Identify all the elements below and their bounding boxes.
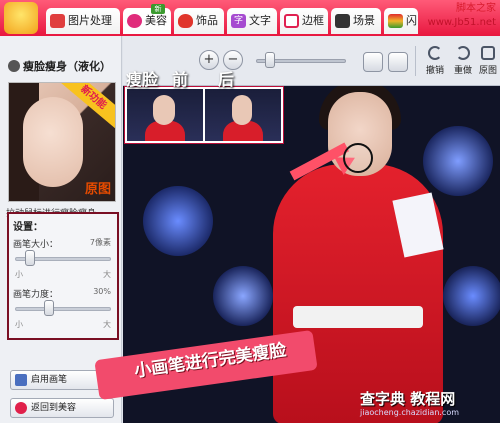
redo-icon: [456, 46, 470, 60]
brush-size-min: 小: [15, 270, 23, 279]
stage-light: [423, 126, 493, 196]
brush-size-row: 画笔大小： 7像素 小 大: [13, 233, 113, 283]
frame-icon: [284, 14, 299, 28]
brush-force-max: 大: [103, 320, 111, 329]
tab-label: 饰品: [196, 14, 218, 27]
brush-size-slider-knob[interactable]: [24, 250, 35, 266]
bottom-watermark: 查字典 教程网 jiaocheng.chazidian.com: [360, 391, 500, 423]
settings-box: 设置： 画笔大小： 7像素 小 大 画笔力度： 30% 小 大: [7, 212, 119, 340]
stage-light: [443, 266, 500, 326]
watermark-title: 查字典 教程网: [360, 390, 456, 408]
before-photo: [127, 89, 203, 141]
compare-label-after: 后: [218, 70, 235, 89]
compare-label-slim: 瘦脸: [126, 70, 159, 89]
brush-force-value: 30%: [93, 287, 111, 296]
back-to-beauty-button[interactable]: 返回到美容: [10, 398, 114, 418]
before-after-comparison: [124, 86, 284, 144]
beauty-icon: [127, 14, 142, 28]
white-belt: [293, 306, 423, 328]
brush-size-label: 画笔大小：: [13, 240, 59, 250]
compare-label-before: 前: [172, 70, 189, 89]
meitu-logo-icon: [4, 2, 38, 34]
tab-frame[interactable]: 边框: [280, 8, 328, 34]
original-icon: [481, 46, 495, 60]
tab-label: 文字: [249, 14, 271, 27]
preview-thumbnail: 新功能 原图: [8, 82, 116, 202]
redo-label: 重做: [453, 66, 472, 76]
panel-title: 瘦脸瘦身（液化）: [8, 58, 111, 74]
back-to-beauty-label: 返回到美容: [31, 403, 77, 413]
undo-label: 撤销: [425, 66, 444, 76]
brush-force-slider-knob[interactable]: [43, 300, 54, 316]
after-photo: [205, 89, 281, 141]
image-process-icon: [50, 14, 65, 28]
slim-tool-icon: [8, 60, 20, 72]
tab-text[interactable]: 字 文字: [227, 8, 277, 34]
brush-force-slider[interactable]: [15, 307, 111, 311]
brush-size-value: 7像素: [89, 238, 111, 247]
original-compare-label: 原图: [478, 66, 497, 76]
fit-screen-button[interactable]: [363, 52, 383, 72]
tab-accessory[interactable]: 饰品: [174, 8, 224, 34]
brush-force-min: 小: [15, 320, 23, 329]
new-badge: 新: [151, 4, 165, 14]
accessory-icon: [178, 14, 193, 28]
site-name: 脚本之家: [456, 3, 496, 14]
panel-title-text: 瘦脸瘦身（液化）: [23, 60, 111, 73]
tab-label: 美容: [145, 14, 167, 27]
undo-icon: [428, 46, 442, 60]
toolbar-divider: [415, 46, 416, 76]
site-watermark: 脚本之家 www.Jb51.net: [400, 2, 496, 30]
top-tab-bar: 图片处理 美容 新 饰品 字 文字 边框 场景 闪 脚本之家 www.Jb51.…: [0, 0, 500, 36]
stage-light: [143, 186, 213, 256]
brush-force-label: 画笔力度：: [13, 290, 59, 300]
zoom-in-button[interactable]: +: [199, 50, 219, 70]
zoom-slider-knob[interactable]: [265, 52, 275, 68]
brush-force-row: 画笔力度： 30% 小 大: [13, 283, 113, 333]
scene-icon: [335, 14, 350, 28]
original-label: 原图: [84, 182, 111, 197]
actual-size-button[interactable]: [388, 52, 408, 72]
preview-face: [23, 97, 83, 187]
brush-size-max: 大: [103, 270, 111, 279]
settings-title: 设置：: [13, 222, 43, 233]
tab-label: 图片处理: [68, 14, 112, 27]
watermark-url: jiaocheng.chazidian.com: [360, 408, 460, 417]
tab-label: 场景: [353, 14, 375, 27]
redo-button[interactable]: 重做: [449, 44, 477, 80]
original-compare-button[interactable]: 原图: [476, 44, 500, 80]
brush-icon: [15, 374, 27, 386]
tab-image-process[interactable]: 图片处理: [46, 8, 120, 34]
site-url: www.Jb51.net: [427, 17, 496, 28]
tab-label: 边框: [302, 14, 324, 27]
text-icon: 字: [231, 14, 246, 28]
enable-brush-label: 启用画笔: [31, 375, 68, 385]
back-icon: [15, 402, 27, 414]
tab-scene[interactable]: 场景: [331, 8, 381, 34]
liquify-brush-cursor[interactable]: [343, 143, 373, 173]
stage-light: [213, 266, 273, 326]
undo-button[interactable]: 撤销: [421, 44, 449, 80]
